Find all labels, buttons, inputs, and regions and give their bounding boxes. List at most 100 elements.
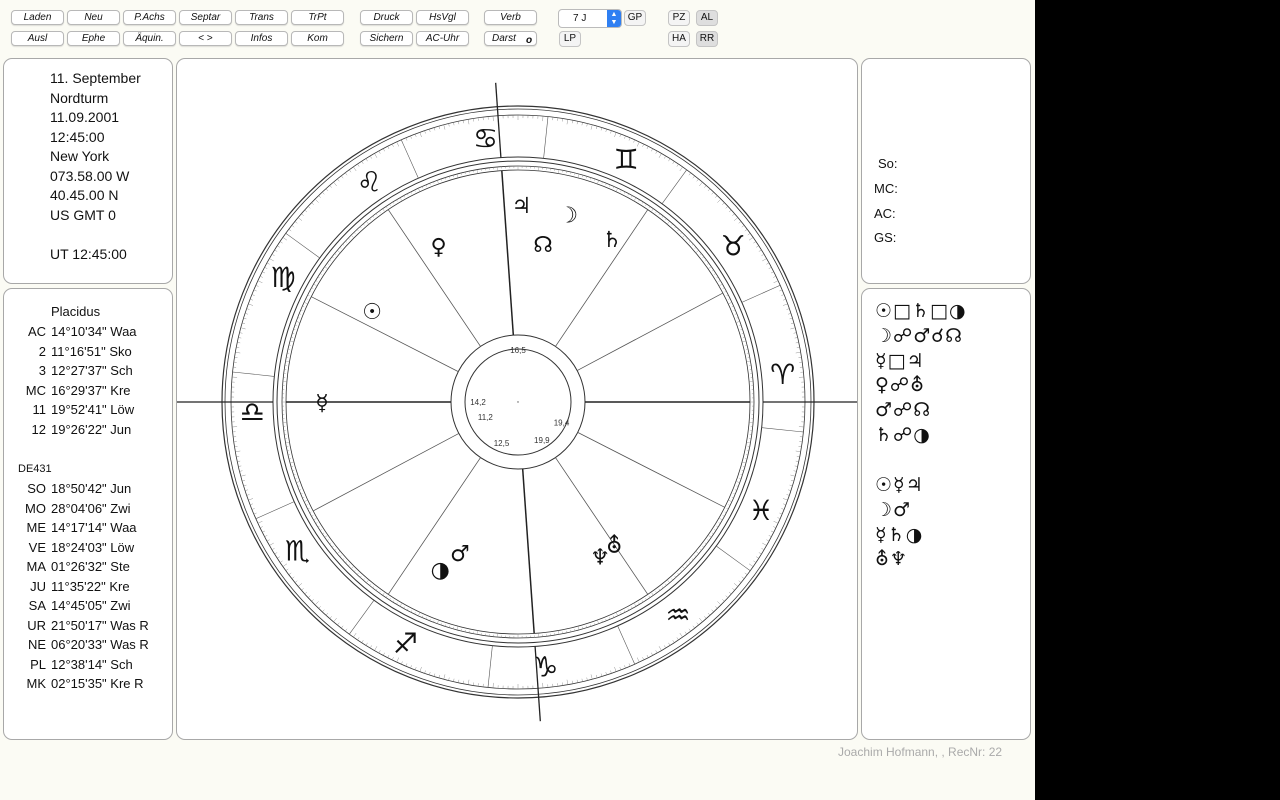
gp-button[interactable]: GP [624,10,646,26]
degree-tick [405,663,408,667]
prev-next-button[interactable]: < > [179,31,232,46]
ac-clock-button[interactable]: AC-Uhr [416,31,469,46]
aspect-pattern-row: ☿♄◑ [875,523,924,546]
print-button[interactable]: Druck [360,10,413,25]
degree-tick [794,337,798,339]
degree-tick [718,522,721,524]
rr-button[interactable]: RR [696,31,718,47]
al-button[interactable]: AL [696,10,718,26]
ha-button[interactable]: HA [668,31,690,47]
degree-tick [790,480,794,482]
degree-tick [401,661,403,665]
degree-tick [325,612,329,616]
output-button[interactable]: Ausl [11,31,64,46]
chart-info-panel: 11. September Nordturm 11.09.2001 12:45:… [3,58,173,284]
transit-point-button[interactable]: TrPt [291,10,344,25]
load-button[interactable]: Laden [11,10,64,25]
comment-button[interactable]: Kom [291,31,344,46]
degree-tick [741,470,744,472]
degree-tick [689,561,691,564]
degree-tick [782,498,788,501]
degree-tick [746,442,751,444]
ephemeris-button[interactable]: Ephe [67,31,120,46]
degree-tick [715,606,718,609]
event-place: New York [50,148,110,164]
degree-tick [686,237,688,240]
planet-label: SA [28,598,46,613]
degree-tick [302,305,305,308]
degree-tick [726,508,729,510]
degree-tick [692,175,695,179]
planet-label: NE [27,637,46,652]
degree-tick [707,266,712,270]
degree-tick [735,321,740,323]
degree-tick [325,188,329,192]
house-cusp-line [311,296,459,372]
degree-tick [359,226,362,229]
degree-tick [348,237,350,240]
new-button[interactable]: Neu [67,10,120,25]
house-compare-button[interactable]: HsVgl [416,10,469,25]
degree-tick [773,526,777,528]
degree-tick [694,247,697,249]
degree-tick [383,148,385,152]
degree-tick [361,640,364,643]
pz-button[interactable]: PZ [668,10,690,26]
degree-tick [372,586,375,589]
degree-tick [296,481,301,483]
degree-tick [773,520,779,524]
degree-tick [350,565,355,570]
degree-tick [596,126,598,130]
degree-tick [307,206,311,209]
degree-tick [370,155,372,159]
zodiac-sign-glyph: ♏ [285,535,310,568]
degree-tick [779,512,783,515]
degree-tick [610,130,612,134]
degree-tick [699,253,702,255]
hub-number: 19,4 [554,418,570,427]
lp-button[interactable]: LP [559,31,581,47]
equinox-button[interactable]: Äquin. [123,31,176,46]
degree-tick [796,455,800,457]
info-button[interactable]: Infos [235,31,288,46]
degree-tick [676,637,679,641]
degree-tick [314,198,319,203]
degree-tick [357,637,360,641]
degree-tick [322,532,325,535]
transit-button[interactable]: Trans [235,10,288,25]
degree-tick [238,465,242,467]
degree-tick [722,599,725,602]
septar-button[interactable]: Septar [179,10,232,25]
degree-tick [790,322,794,324]
degree-tick [307,508,310,510]
degree-tick [773,276,777,278]
degree-tick [642,657,644,661]
degree-tick [274,552,278,555]
primary-axes-button[interactable]: P.Achs [123,10,176,25]
degree-tick [655,650,658,654]
degree-tick [285,568,289,571]
footer-credit: Joachim Hofmann, , RecNr: 22 [838,745,1003,759]
period-select[interactable]: 7 J ▲ ▼ [558,9,622,28]
planet-glyph: ☊ [533,233,553,258]
save-button[interactable]: Sichern [360,31,413,46]
degree-tick [369,218,371,221]
degree-tick [704,542,707,545]
degree-tick [684,631,687,635]
degree-tick [326,263,329,265]
degree-tick [586,677,588,681]
degree-tick [403,606,405,609]
degree-tick [714,529,717,531]
degree-tick [300,309,303,311]
degree-tick [366,221,370,225]
event-subtitle: Nordturm [50,90,109,106]
degree-tick [718,517,723,521]
degree-tick [695,550,699,554]
degree-tick [329,185,332,188]
degree-tick [746,360,751,362]
connect-button[interactable]: Verb [484,10,537,25]
display-button[interactable]: Darst o [484,31,537,46]
degree-tick [453,122,455,126]
house-cusp-line [387,209,481,347]
degree-tick [707,188,711,192]
